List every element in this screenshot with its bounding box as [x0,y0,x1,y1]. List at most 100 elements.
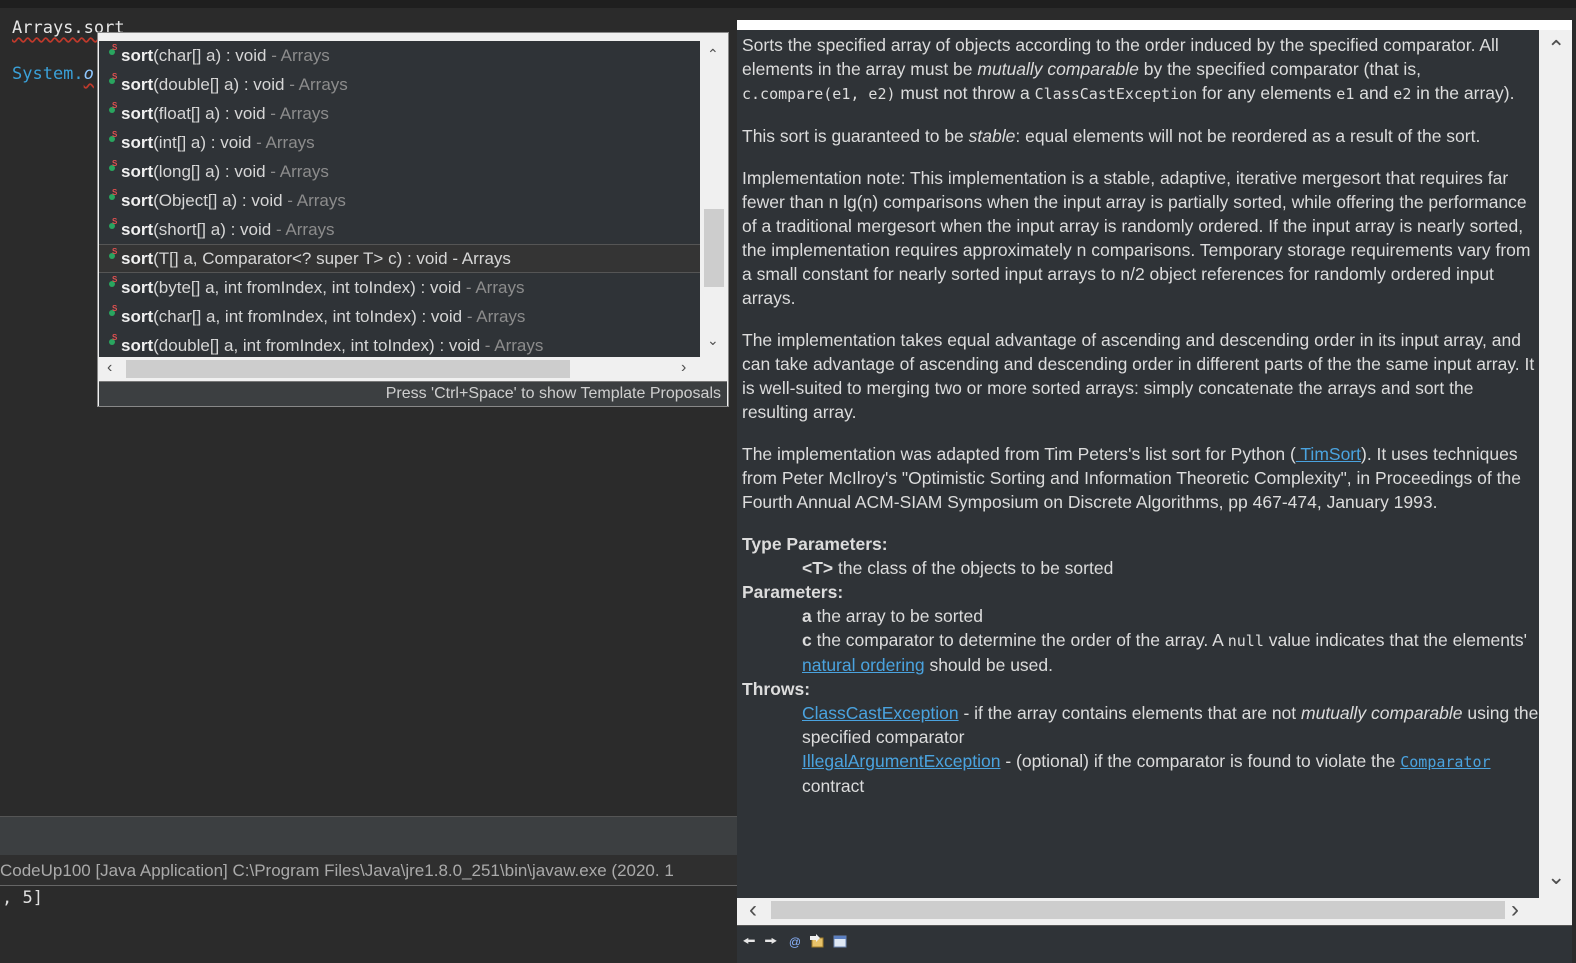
public-static-method-icon: S [107,305,117,316]
content-assist-popup: Ssort(char[] a) : void - Arrays Ssort(dou… [97,32,729,407]
proposal-method-name: sort [121,336,154,355]
proposal-item[interactable]: Ssort(long[] a) : void - Arrays [99,157,700,186]
public-static-method-icon: S [107,189,117,200]
throws-label: Throws: [742,679,811,699]
javadoc-content[interactable]: Sorts the specified array of objects acc… [737,30,1539,898]
proposal-signature: (float[] a) : void [153,104,266,123]
proposal-item[interactable]: Ssort(char[] a) : void - Arrays [99,41,700,70]
proposal-list[interactable]: Ssort(char[] a) : void - Arrays Ssort(dou… [99,41,700,387]
proposal-signature: (double[] a, int fromIndex, int toIndex)… [153,336,481,355]
open-declaration-icon[interactable] [808,933,826,951]
public-static-method-icon: S [107,131,117,142]
back-icon[interactable]: 🠘 [740,933,758,951]
proposal-method-name: sort [121,220,154,239]
proposal-owner: - Arrays [271,220,335,239]
proposal-method-name: sort [121,133,154,152]
console-launch-info: CodeUp100 [Java Application] C:\Program … [0,861,674,880]
code-line-2[interactable]: System.o [12,64,94,84]
proposal-signature: (int[] a) : void [153,133,252,152]
public-static-method-icon: S [107,334,117,345]
proposal-method-name: sort [121,162,154,181]
proposal-signature: (long[] a) : void [153,162,266,181]
proposal-signature: (byte[] a, int fromIndex, int toIndex) :… [153,278,462,297]
proposal-method-name: sort [121,278,154,297]
javadoc-vertical-scrollbar[interactable]: ⌃ ⌄ [1539,30,1572,898]
forward-icon[interactable]: 🠚 [762,933,780,951]
proposal-owner: - Arrays [480,336,544,355]
doc-implementation-note: Implementation note: This implementation… [742,168,1531,308]
proposal-item[interactable]: Ssort(short[] a) : void - Arrays [99,215,700,244]
proposal-method-name: sort [121,104,154,123]
type-parameter-t: <T> the class of the objects to be sorte… [802,558,1114,578]
proposal-item[interactable]: Ssort(char[] a, int fromIndex, int toInd… [99,302,700,331]
code-line-2-prefix: System. [12,64,84,84]
scroll-up-icon[interactable]: ⌃ [707,47,719,61]
proposal-method-name: sort [121,191,154,210]
console-view[interactable]: , 5] [0,886,737,962]
top-strip [0,0,1576,8]
public-static-method-icon: S [107,276,117,287]
proposal-hscroll-thumb[interactable] [126,360,570,378]
scroll-up-icon[interactable]: ⌃ [1547,38,1565,60]
proposal-status-bar: Press 'Ctrl+Space' to show Template Prop… [99,381,727,406]
public-static-method-icon: S [107,102,117,113]
throws-classcast: ClassCastException - if the array contai… [802,703,1539,747]
parameter-c: c the comparator to determine the order … [802,630,1527,675]
proposal-method-name: sort [121,46,154,65]
comparator-link[interactable]: Comparator [1400,753,1490,771]
proposal-item[interactable]: Ssort(T[] a, Comparator<? super T> c) : … [99,244,700,273]
proposal-owner: - Arrays [284,75,348,94]
javadoc-toolbar: 🠘 🠚 @ [737,925,1572,963]
proposal-owner: - Arrays [266,46,330,65]
javadoc-panel: Sorts the specified array of objects acc… [737,20,1572,963]
illegalargumentexception-link[interactable]: IllegalArgumentException [802,751,1000,771]
javadoc-top-border [737,20,1572,30]
proposal-owner: - Arrays [282,191,346,210]
timsort-link[interactable]: TimSort [1296,444,1361,464]
proposal-signature: (T[] a, Comparator<? super T> c) : void [153,249,448,268]
proposal-owner: - Arrays [265,104,329,123]
proposal-method-name: sort [121,249,154,268]
public-static-method-icon: S [107,160,117,171]
proposal-item[interactable]: Ssort(double[] a, int fromIndex, int toI… [99,331,700,360]
scroll-left-icon[interactable]: ‹ [107,360,112,376]
scroll-down-icon[interactable]: ⌄ [1547,866,1565,888]
javadoc-hscroll-thumb[interactable] [771,901,1505,919]
proposal-item[interactable]: Ssort(double[] a) : void - Arrays [99,70,700,99]
proposal-item[interactable]: Ssort(int[] a) : void - Arrays [99,128,700,157]
proposal-signature: (Object[] a) : void [153,191,283,210]
natural-ordering-link[interactable]: natural ordering [802,655,925,675]
public-static-method-icon: S [107,73,117,84]
proposal-item[interactable]: Ssort(Object[] a) : void - Arrays [99,186,700,215]
open-external-browser-icon[interactable] [831,933,849,951]
proposal-method-name: sort [121,75,154,94]
scroll-down-icon[interactable]: ⌄ [707,333,719,347]
proposal-owner: - Arrays [461,278,525,297]
javadoc-horizontal-scrollbar[interactable]: ‹ › [737,898,1539,922]
proposal-owner: - Arrays [447,249,511,268]
parameter-a: a the array to be sorted [802,606,983,626]
proposal-scroll-thumb[interactable] [704,209,724,287]
classcastexception-link[interactable]: ClassCastException [802,703,959,723]
console-output: , 5] [2,888,43,908]
doc-timsort-credit: The implementation was adapted from Tim … [742,444,1521,512]
proposal-horizontal-scrollbar[interactable]: ‹ › [99,357,700,381]
proposal-item[interactable]: Ssort(byte[] a, int fromIndex, int toInd… [99,273,700,302]
proposal-signature: (double[] a) : void [153,75,285,94]
proposal-vertical-scrollbar[interactable]: ⌃ ⌄ [701,41,727,387]
parameters-label: Parameters: [742,582,844,602]
javadoc-icon[interactable]: @ [786,933,804,951]
proposal-status-text: Press 'Ctrl+Space' to show Template Prop… [385,385,721,402]
proposal-owner: - Arrays [265,162,329,181]
proposal-owner: - Arrays [251,133,315,152]
code-line-2-rest: o [83,64,94,84]
scroll-left-icon[interactable]: ‹ [749,898,757,922]
scroll-right-icon[interactable]: › [681,360,686,376]
view-divider [0,816,737,855]
proposal-signature: (char[] a, int fromIndex, int toIndex) :… [153,307,463,326]
type-parameters-label: Type Parameters: [742,534,888,554]
proposal-item[interactable]: Ssort(float[] a) : void - Arrays [99,99,700,128]
throws-illegalargument: IllegalArgumentException - (optional) if… [802,751,1491,796]
proposal-signature: (short[] a) : void [153,220,272,239]
scroll-right-icon[interactable]: › [1511,898,1519,922]
